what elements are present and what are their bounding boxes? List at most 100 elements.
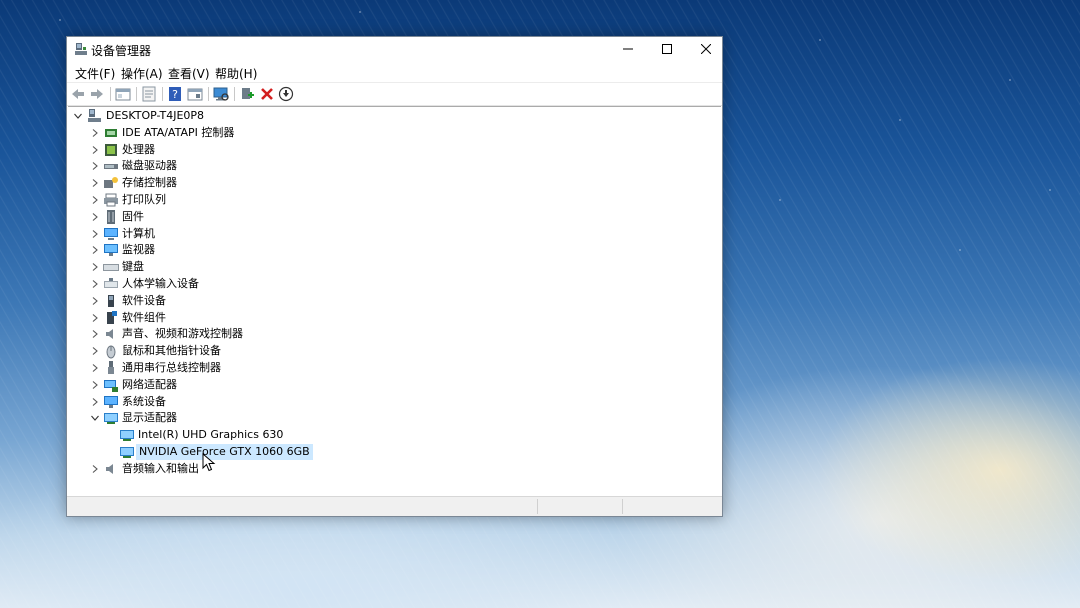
- audio-io-icon: [106, 463, 113, 474]
- tree-item-label: 磁盘驱动器: [122, 159, 177, 173]
- chevron-right-icon[interactable]: [90, 380, 100, 390]
- status-bar: [67, 496, 722, 516]
- properties-button[interactable]: [115, 86, 131, 102]
- tree-item-label: 鼠标和其他指针设备: [122, 344, 221, 358]
- tree-item-label: 键盘: [122, 260, 144, 274]
- tree-item-label: 计算机: [122, 226, 155, 240]
- chevron-right-icon[interactable]: [90, 346, 100, 356]
- properties-icon: [115, 88, 131, 101]
- processor-icon: [105, 143, 117, 156]
- help-button[interactable]: ?: [167, 86, 183, 102]
- firmware-icon: [107, 209, 115, 224]
- chevron-right-icon[interactable]: [90, 363, 100, 373]
- tree-item-label: 监视器: [122, 243, 155, 257]
- download-button[interactable]: [278, 86, 294, 102]
- toolbar: ?: [67, 82, 722, 106]
- minimize-icon: [622, 48, 633, 50]
- tree-item-label: 通用串行总线控制器: [122, 361, 221, 374]
- mouse-cursor-icon: [202, 453, 216, 472]
- maximize-icon: [661, 44, 672, 54]
- tree-item-label: 声音、视频和游戏控制器: [122, 327, 243, 341]
- tree-item-label: 显示适配器: [122, 411, 177, 425]
- menu-action[interactable]: 操作(A): [121, 65, 163, 82]
- chevron-right-icon[interactable]: [90, 262, 100, 272]
- chevron-right-icon[interactable]: [90, 128, 100, 138]
- toolbar-separator: [136, 87, 137, 101]
- chevron-right-icon[interactable]: [90, 161, 100, 171]
- chevron-right-icon[interactable]: [90, 145, 100, 155]
- device-manager-window: 设备管理器 文件(F) 操作(A) 查看(V) 帮助(H) ? DESKTOP-…: [66, 36, 723, 517]
- uninstall-button[interactable]: [259, 86, 275, 102]
- hid-icon: [104, 278, 118, 288]
- close-button[interactable]: [686, 37, 725, 61]
- chevron-right-icon[interactable]: [90, 329, 100, 339]
- forward-icon: [91, 89, 103, 99]
- tree-item-label: 音频输入和输出: [122, 461, 199, 475]
- menu-file[interactable]: 文件(F): [75, 65, 115, 82]
- status-divider: [622, 499, 623, 514]
- chevron-right-icon[interactable]: [90, 464, 100, 474]
- computer-icon: [104, 227, 118, 240]
- back-button[interactable]: [70, 86, 86, 102]
- tree-item-label: IDE ATA/ATAPI 控制器: [122, 125, 235, 139]
- menu-view[interactable]: 查看(V): [168, 65, 210, 82]
- tree-item-label: 打印队列: [122, 193, 166, 206]
- storage-controller-icon: [104, 177, 118, 189]
- show-hidden-button[interactable]: [187, 86, 203, 102]
- tree-item-label: 软件组件: [122, 310, 166, 324]
- window-title: 设备管理器: [91, 44, 152, 58]
- tree-item-label: NVIDIA GeForce GTX 1060 6GB: [136, 444, 313, 460]
- chevron-right-icon[interactable]: [90, 313, 100, 323]
- forward-button[interactable]: [89, 86, 105, 102]
- software-component-icon: [107, 310, 117, 324]
- chevron-right-icon[interactable]: [90, 279, 100, 289]
- disk-drive-icon: [104, 164, 118, 170]
- tree-item-label: 系统设备: [122, 394, 166, 408]
- tree-item-label: 处理器: [122, 142, 155, 156]
- tree-item-label: 存储控制器: [122, 176, 177, 190]
- update-driver-button[interactable]: [141, 86, 157, 102]
- chevron-right-icon[interactable]: [90, 296, 100, 306]
- ide-controller-icon: [105, 128, 117, 137]
- title-bar[interactable]: 设备管理器: [67, 37, 722, 61]
- software-device-icon: [108, 294, 114, 307]
- sound-icon: [106, 329, 113, 340]
- menu-help[interactable]: 帮助(H): [215, 65, 257, 82]
- update-driver-icon: [142, 86, 156, 102]
- show-hidden-icon: [187, 88, 203, 101]
- scan-hardware-icon: [213, 87, 229, 101]
- download-icon: [278, 86, 294, 102]
- tree-item-label: 固件: [122, 209, 144, 223]
- chevron-right-icon[interactable]: [90, 195, 100, 205]
- system-device-icon: [104, 395, 118, 408]
- chevron-down-icon[interactable]: [90, 413, 100, 423]
- printer-icon: [104, 193, 118, 207]
- tree-item-label: DESKTOP-T4JE0P8: [106, 109, 205, 122]
- scan-hardware-button[interactable]: [213, 86, 229, 102]
- chevron-right-icon[interactable]: [90, 245, 100, 255]
- toolbar-separator: [234, 87, 235, 101]
- chevron-right-icon[interactable]: [90, 229, 100, 239]
- display-adapter-icon: [120, 447, 134, 458]
- help-icon: ?: [169, 87, 181, 101]
- back-icon: [72, 89, 84, 99]
- monitor-icon: [104, 244, 118, 257]
- maximize-button[interactable]: [647, 37, 686, 61]
- toolbar-separator: [110, 87, 111, 101]
- device-tree[interactable]: DESKTOP-T4JE0P8 IDE ATA/ATAPI 控制器 处理器磁盘驱动器…: [68, 106, 721, 498]
- close-icon: [700, 44, 711, 54]
- display-adapter-icon: [104, 413, 118, 425]
- computer-root-icon: [88, 109, 101, 122]
- status-divider: [537, 499, 538, 514]
- enable-device-button[interactable]: [239, 86, 255, 102]
- network-adapter-icon: [104, 379, 118, 392]
- chevron-down-icon[interactable]: [73, 111, 83, 121]
- svg-text:?: ?: [172, 88, 178, 101]
- chevron-right-icon[interactable]: [90, 178, 100, 188]
- chevron-right-icon[interactable]: [90, 212, 100, 222]
- tree-item-label: 网络适配器: [122, 377, 177, 391]
- minimize-button[interactable]: [608, 37, 647, 61]
- display-adapter-icon: [120, 430, 134, 442]
- tree-item-label: 软件设备: [122, 293, 166, 307]
- chevron-right-icon[interactable]: [90, 397, 100, 407]
